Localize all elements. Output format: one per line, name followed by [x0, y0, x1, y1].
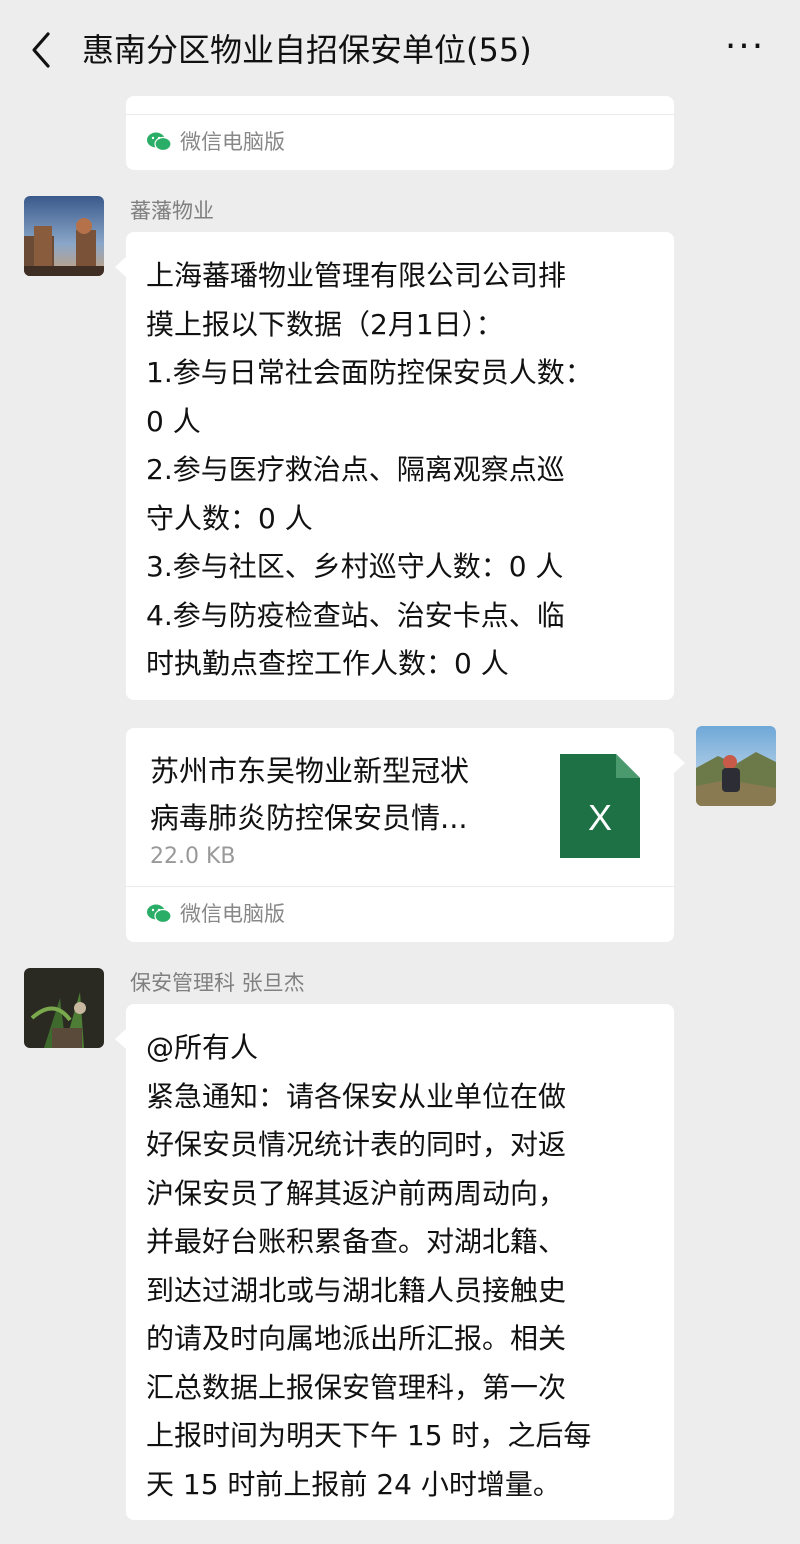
sender-name: 蕃藩物业 — [130, 199, 214, 223]
message-bubble-partial[interactable]: 微信电脑版 — [126, 96, 674, 170]
back-button[interactable] — [22, 30, 62, 70]
source-label: 微信电脑版 — [180, 130, 285, 154]
avatar-self[interactable] — [696, 726, 776, 806]
file-message-card[interactable]: 苏州市东吴物业新型冠状 病毒肺炎防控保安员情... 22.0 KB X 微信电脑… — [126, 728, 685, 943]
chat-title: 惠南分区物业自招保安单位(55) — [82, 31, 532, 69]
source-label: 微信电脑版 — [180, 902, 285, 926]
file-name: 苏州市东吴物业新型冠状 病毒肺炎防控保安员情... — [150, 754, 470, 835]
message-text: @所有人 紧急通知：请各保安从业单位在做 好保安员情况统计表的同时，对返 沪保安… — [146, 1031, 592, 1501]
sender-name: 保安管理科 张旦杰 — [130, 971, 305, 995]
source-row: 微信电脑版 — [126, 114, 674, 171]
excel-letter: X — [588, 797, 612, 838]
more-button[interactable]: ··· — [720, 29, 770, 68]
wechat-icon — [147, 904, 172, 924]
excel-file-icon: X — [560, 754, 640, 858]
file-size: 22.0 KB — [150, 844, 236, 869]
message-bubble[interactable]: @所有人 紧急通知：请各保安从业单位在做 好保安员情况统计表的同时，对返 沪保安… — [115, 1004, 674, 1520]
wechat-icon — [147, 132, 172, 152]
source-row: 微信电脑版 — [126, 886, 674, 943]
chat-header: 惠南分区物业自招保安单位(55) ··· — [0, 0, 800, 100]
message-bubble[interactable]: 上海蕃璠物业管理有限公司公司排 摸上报以下数据（2月1日）： 1.参与日常社会面… — [115, 232, 674, 700]
chevron-left-icon — [32, 32, 50, 68]
avatar[interactable] — [24, 196, 104, 276]
message-text: 上海蕃璠物业管理有限公司公司排 摸上报以下数据（2月1日）： 1.参与日常社会面… — [146, 259, 593, 680]
avatar[interactable] — [24, 968, 104, 1048]
